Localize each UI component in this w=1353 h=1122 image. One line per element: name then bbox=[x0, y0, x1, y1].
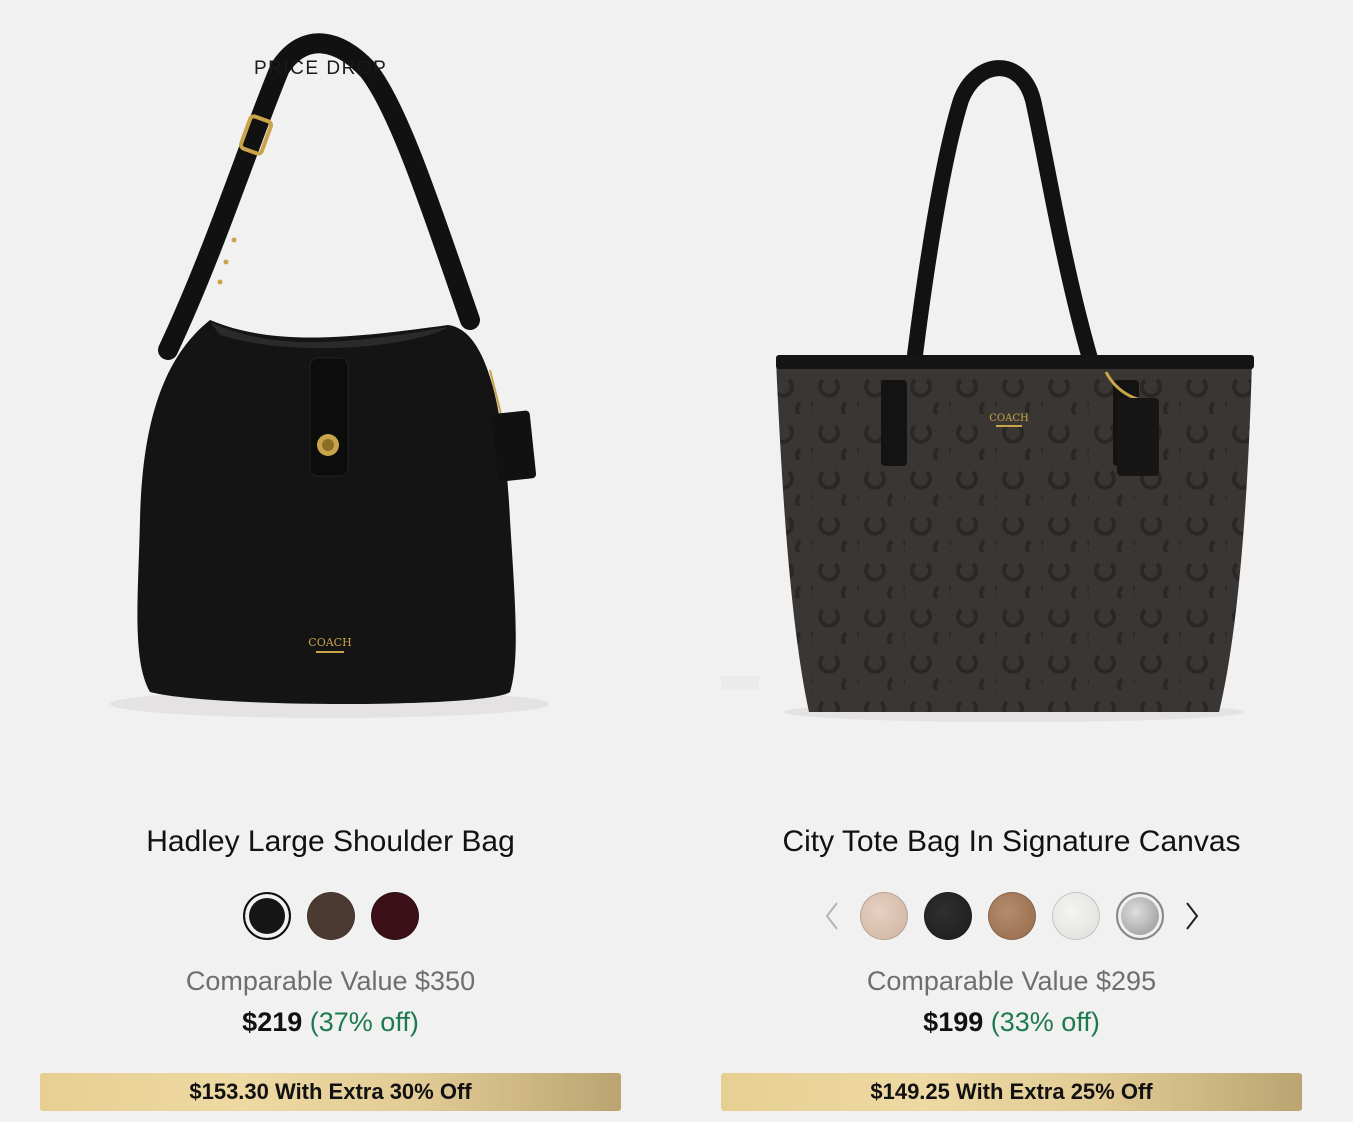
product-title[interactable]: City Tote Bag In Signature Canvas bbox=[721, 825, 1302, 859]
discount-percent: (33% off) bbox=[990, 1007, 1100, 1037]
swatch-light-khaki[interactable] bbox=[859, 892, 908, 940]
swatch-silver[interactable] bbox=[1115, 892, 1164, 940]
svg-text:COACH: COACH bbox=[989, 413, 1029, 424]
swatch-tan[interactable] bbox=[987, 892, 1036, 940]
hadley-bag-illustration: COACH bbox=[110, 33, 550, 718]
color-swatches bbox=[721, 890, 1302, 942]
comparable-value: Comparable Value $295 bbox=[866, 966, 1157, 996]
color-swatches bbox=[40, 890, 621, 942]
product-card-city-tote[interactable]: COACH City Tote Bag In Signature Canvas … bbox=[721, 0, 1302, 1122]
swatch-wine[interactable] bbox=[370, 892, 419, 940]
extra-discount-banner[interactable]: $153.30 With Extra 30% Off bbox=[40, 1073, 621, 1111]
extra-discount-banner[interactable]: $149.25 With Extra 25% Off bbox=[721, 1073, 1302, 1111]
product-title[interactable]: Hadley Large Shoulder Bag bbox=[40, 825, 621, 859]
swatch-brown[interactable] bbox=[306, 892, 355, 940]
product-grid: COACH PRICE DROP Hadley Large Shoulder B… bbox=[0, 0, 1353, 1122]
sale-price: $219 bbox=[242, 1007, 303, 1037]
chevron-right-icon[interactable] bbox=[1180, 896, 1204, 936]
sale-price: $199 bbox=[923, 1007, 984, 1037]
comparable-value: Comparable Value $350 bbox=[185, 966, 476, 996]
svg-text:COACH: COACH bbox=[308, 636, 351, 649]
product-image[interactable]: COACH bbox=[721, 0, 1302, 790]
swatch-graphite[interactable] bbox=[923, 892, 972, 940]
swatch-chalk[interactable] bbox=[1051, 892, 1100, 940]
swatch-black[interactable] bbox=[242, 892, 291, 940]
product-card-hadley[interactable]: COACH PRICE DROP Hadley Large Shoulder B… bbox=[40, 0, 621, 1122]
price-drop-badge: PRICE DROP bbox=[254, 58, 388, 79]
price-line: $219 (37% off) bbox=[40, 1007, 621, 1038]
city-tote-illustration: COACH bbox=[721, 60, 1254, 722]
chevron-left-icon[interactable] bbox=[820, 896, 844, 936]
price-line: $199 (33% off) bbox=[721, 1007, 1302, 1038]
discount-percent: (37% off) bbox=[309, 1007, 419, 1037]
product-image[interactable]: COACH bbox=[40, 0, 621, 790]
